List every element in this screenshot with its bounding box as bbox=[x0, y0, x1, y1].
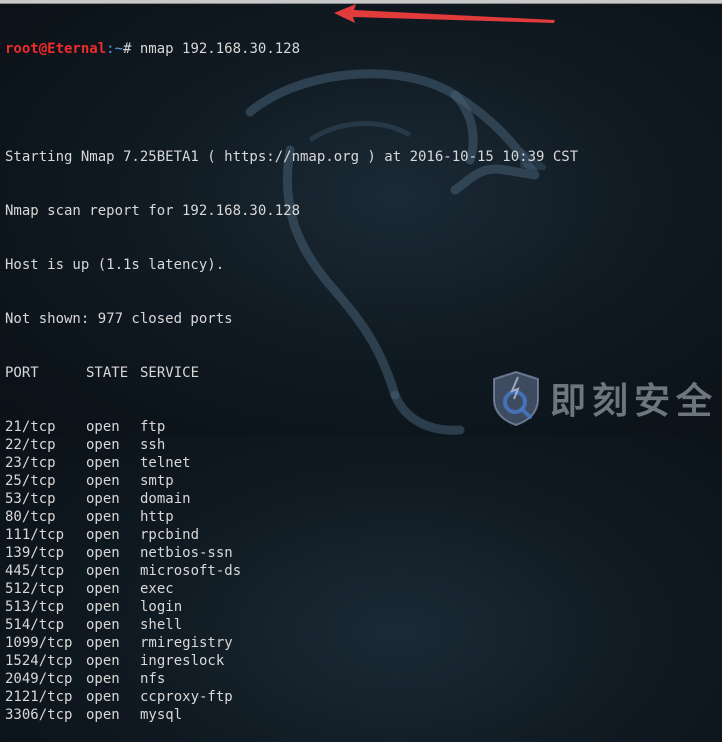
state-cell: open bbox=[86, 617, 120, 633]
command-text: nmap 192.168.30.128 bbox=[131, 41, 301, 57]
port-cell: 445/tcp bbox=[5, 563, 65, 579]
port-row: 139/tcp open netbios-ssn bbox=[5, 544, 722, 562]
port-cell: 2121/tcp bbox=[5, 689, 73, 705]
state-cell: open bbox=[86, 437, 120, 453]
port-cell: 2049/tcp bbox=[5, 671, 73, 687]
port-cell: 514/tcp bbox=[5, 617, 65, 633]
port-row: 22/tcp open ssh bbox=[5, 436, 722, 454]
state-cell: open bbox=[86, 527, 120, 543]
port-cell: 53/tcp bbox=[5, 491, 56, 507]
port-cell: 80/tcp bbox=[5, 509, 56, 525]
state-cell: open bbox=[86, 689, 120, 705]
port-row: 2049/tcp open nfs bbox=[5, 670, 722, 688]
service-cell: microsoft-ds bbox=[140, 563, 242, 579]
service-cell: rmiregistry bbox=[140, 635, 233, 651]
watermark-text: 即刻安全 bbox=[550, 381, 719, 422]
port-row: 1099/tcp open rmiregistry bbox=[5, 634, 722, 652]
service-cell: http bbox=[140, 509, 174, 525]
service-cell: rpcbind bbox=[140, 527, 200, 543]
service-cell: login bbox=[140, 599, 183, 615]
header-state: STATE bbox=[86, 365, 129, 381]
prompt-path: :~ bbox=[106, 41, 124, 57]
port-cell: 512/tcp bbox=[5, 581, 65, 597]
port-table: 21/tcp open ftp 22/tcp open ssh 23/tcp open teln… bbox=[5, 418, 722, 724]
port-cell: 22/tcp bbox=[5, 437, 56, 453]
state-cell: open bbox=[86, 509, 120, 525]
not-shown-line: Not shown: 977 closed ports bbox=[5, 311, 233, 327]
scan-report-line: Nmap scan report for 192.168.30.128 bbox=[5, 203, 301, 219]
port-row: 23/tcp open telnet bbox=[5, 454, 722, 472]
state-cell: open bbox=[86, 491, 120, 507]
service-cell: netbios-ssn bbox=[140, 545, 233, 561]
service-cell: domain bbox=[140, 491, 191, 507]
port-cell: 23/tcp bbox=[5, 455, 56, 471]
state-cell: open bbox=[86, 455, 120, 471]
port-cell: 111/tcp bbox=[5, 527, 65, 543]
state-cell: open bbox=[86, 635, 120, 651]
state-cell: open bbox=[86, 581, 120, 597]
service-cell: ccproxy-ftp bbox=[140, 689, 233, 705]
service-cell: ftp bbox=[140, 419, 166, 435]
service-cell: smtp bbox=[140, 473, 174, 489]
state-cell: open bbox=[86, 473, 120, 489]
port-cell: 139/tcp bbox=[5, 545, 65, 561]
port-row: 25/tcp open smtp bbox=[5, 472, 722, 490]
shield-magnifier-logo bbox=[493, 370, 539, 427]
state-cell: open bbox=[86, 707, 120, 723]
port-cell: 1099/tcp bbox=[5, 635, 73, 651]
state-cell: open bbox=[86, 671, 120, 687]
state-cell: open bbox=[86, 419, 120, 435]
port-cell: 3306/tcp bbox=[5, 707, 73, 723]
port-row: 514/tcp open shell bbox=[5, 616, 722, 634]
port-row: 445/tcp open microsoft-ds bbox=[5, 562, 722, 580]
service-cell: ssh bbox=[140, 437, 166, 453]
port-row: 2121/tcp open ccproxy-ftp bbox=[5, 688, 722, 706]
prompt-line: root@Eternal:~# nmap 192.168.30.128 bbox=[5, 40, 722, 58]
prompt-user-host: root@Eternal bbox=[5, 41, 107, 57]
port-cell: 25/tcp bbox=[5, 473, 56, 489]
state-cell: open bbox=[86, 545, 120, 561]
port-row: 1524/tcp open ingreslock bbox=[5, 652, 722, 670]
service-cell: ingreslock bbox=[140, 653, 225, 669]
state-cell: open bbox=[86, 653, 120, 669]
port-row: 513/tcp open login bbox=[5, 598, 722, 616]
service-cell: exec bbox=[140, 581, 174, 597]
port-row: 111/tcp open rpcbind bbox=[5, 526, 722, 544]
host-status-line: Host is up (1.1s latency). bbox=[5, 257, 225, 273]
header-service: SERVICE bbox=[140, 365, 200, 381]
header-port: PORT bbox=[5, 365, 39, 381]
service-cell: mysql bbox=[140, 707, 183, 723]
service-cell: nfs bbox=[140, 671, 166, 687]
port-row: 512/tcp open exec bbox=[5, 580, 722, 598]
service-cell: telnet bbox=[140, 455, 191, 471]
state-cell: open bbox=[86, 563, 120, 579]
watermark: 即刻安全 bbox=[488, 368, 718, 428]
port-row: 53/tcp open domain bbox=[5, 490, 722, 508]
port-cell: 1524/tcp bbox=[5, 653, 73, 669]
port-row: 80/tcp open http bbox=[5, 508, 722, 526]
service-cell: shell bbox=[140, 617, 183, 633]
port-cell: 513/tcp bbox=[5, 599, 65, 615]
port-cell: 21/tcp bbox=[5, 419, 56, 435]
state-cell: open bbox=[86, 599, 120, 615]
port-row: 3306/tcp open mysql bbox=[5, 706, 722, 724]
nmap-start-line: Starting Nmap 7.25BETA1 ( https://nmap.o… bbox=[5, 149, 579, 165]
